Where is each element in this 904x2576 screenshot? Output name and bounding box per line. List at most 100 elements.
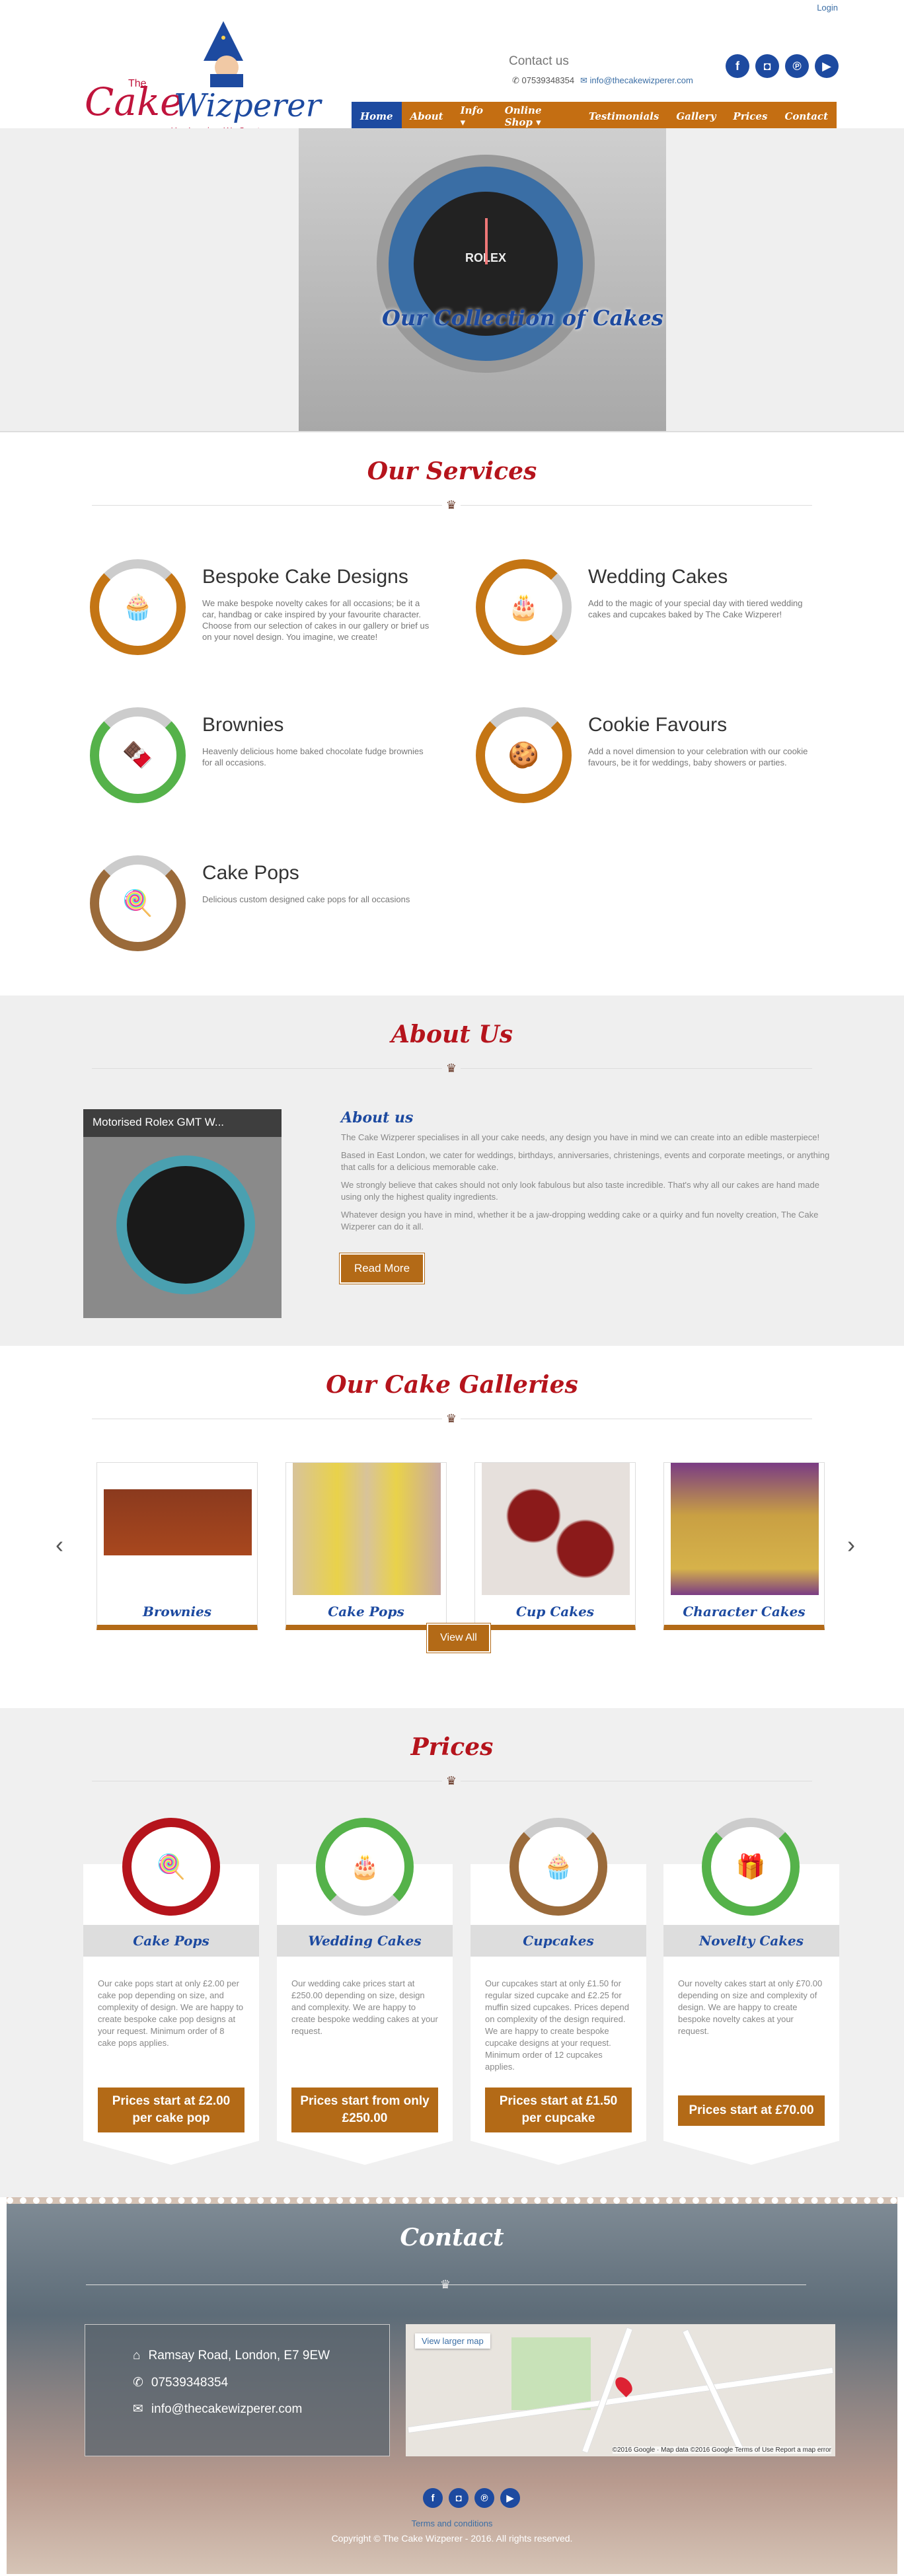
service-wedding[interactable]: 🎂 Wedding Cakes Add to the magic of your… bbox=[476, 559, 846, 665]
gallery-image bbox=[104, 1463, 252, 1595]
facebook-icon[interactable]: f bbox=[423, 2488, 443, 2508]
gallery-image bbox=[482, 1463, 630, 1595]
gallery-brownies[interactable]: Brownies bbox=[96, 1462, 258, 1630]
envelope-icon: ✉ bbox=[580, 75, 590, 85]
watch-cake-image: ROLEX bbox=[377, 155, 595, 373]
pinterest-icon[interactable]: ℗ bbox=[785, 54, 809, 78]
gallery-image bbox=[671, 1463, 819, 1595]
logo[interactable]: The Cake Wizperer You Imagine, We Create bbox=[85, 21, 321, 136]
video-thumbnail bbox=[116, 1155, 255, 1294]
login-link[interactable]: Login bbox=[817, 3, 838, 13]
gallery-label: Cup Cakes bbox=[515, 1604, 595, 1620]
cake-pop-icon: 🍭 bbox=[122, 1818, 220, 1916]
about-paragraph: The Cake Wizperer specialises in all you… bbox=[341, 1132, 820, 1142]
instagram-icon[interactable]: ◘ bbox=[449, 2488, 469, 2508]
video-title[interactable]: Motorised Rolex GMT W... bbox=[83, 1109, 282, 1137]
cake-pop-icon: 🍭 bbox=[90, 855, 186, 951]
nav-about[interactable]: About bbox=[402, 102, 452, 131]
galleries-title: Our Cake Galleries bbox=[326, 1371, 578, 1399]
top-bar: Login bbox=[0, 0, 904, 15]
price-button[interactable]: Prices start at £1.50 per cupcake bbox=[485, 2088, 632, 2132]
terms-link[interactable]: Terms and conditions bbox=[7, 2518, 897, 2528]
wedding-cake-icon: 🎂 bbox=[316, 1818, 414, 1916]
youtube-icon[interactable]: ▶ bbox=[815, 54, 839, 78]
divider: ♛ bbox=[92, 492, 812, 518]
email-text[interactable]: info@thecakewizperer.com bbox=[151, 2402, 302, 2416]
watch-hand bbox=[485, 218, 488, 264]
instagram-icon[interactable]: ◘ bbox=[755, 54, 779, 78]
nav-testimonials[interactable]: Testimonials bbox=[580, 102, 667, 131]
hero-slider[interactable]: ROLEX Our Collection of Cakes bbox=[0, 128, 904, 432]
about-heading: About us bbox=[341, 1109, 414, 1126]
divider: ♛ bbox=[92, 1055, 812, 1081]
contact-heading: Contact us bbox=[509, 54, 569, 68]
contact-address: ⌂ Ramsay Road, London, E7 9EW bbox=[133, 2349, 330, 2363]
cupcake-icon: ♛ bbox=[442, 497, 461, 513]
about-section: About Us ♛ Motorised Rolex GMT W... Abou… bbox=[0, 995, 904, 1346]
nav-home[interactable]: Home bbox=[352, 102, 402, 131]
service-bespoke[interactable]: 🧁 Bespoke Cake Designs We make bespoke n… bbox=[90, 559, 460, 665]
gallery-cake-pops[interactable]: Cake Pops bbox=[285, 1462, 447, 1630]
map-credit: ©2016 Google · Map data ©2016 Google Ter… bbox=[612, 2446, 831, 2454]
nav-gallery[interactable]: Gallery bbox=[667, 102, 724, 131]
price-title: Cake Pops bbox=[83, 1925, 259, 1957]
service-desc: Delicious custom designed cake pops for … bbox=[202, 894, 410, 904]
chevron-right-icon[interactable]: › bbox=[847, 1531, 855, 1559]
service-cookies[interactable]: 🍪 Cookie Favours Add a novel dimension t… bbox=[476, 707, 846, 813]
gallery-character-cakes[interactable]: Character Cakes bbox=[663, 1462, 825, 1630]
gallery-image bbox=[293, 1463, 441, 1595]
divider: ♛ bbox=[86, 2271, 806, 2298]
logo-wizperer: Wizperer bbox=[174, 87, 321, 124]
service-cakepops[interactable]: 🍭 Cake Pops Delicious custom designed ca… bbox=[90, 855, 460, 961]
price-title: Cupcakes bbox=[471, 1925, 646, 1957]
header-social: f ◘ ℗ ▶ bbox=[726, 54, 839, 78]
phone-text: 07539348354 bbox=[151, 2376, 229, 2390]
service-title: Cake Pops bbox=[202, 862, 299, 884]
facebook-icon[interactable]: f bbox=[726, 54, 749, 78]
cupcake-icon: ♛ bbox=[442, 1060, 461, 1076]
map-pin-icon[interactable] bbox=[612, 2374, 636, 2398]
gallery-cup-cakes[interactable]: Cup Cakes bbox=[474, 1462, 636, 1630]
service-brownies[interactable]: 🍫 Brownies Heavenly delicious home baked… bbox=[90, 707, 460, 813]
header-phone-text: 07539348354 bbox=[521, 75, 575, 85]
price-button[interactable]: Prices start at £70.00 bbox=[678, 2095, 825, 2126]
header-email-text[interactable]: info@thecakewizperer.com bbox=[590, 75, 693, 85]
about-title: About Us bbox=[391, 1021, 513, 1048]
service-desc: We make bespoke novelty cakes for all oc… bbox=[202, 598, 430, 642]
main-nav: Home About Info ▾ Online Shop ▾ Testimon… bbox=[352, 102, 837, 131]
view-larger-map-link[interactable]: View larger map bbox=[415, 2333, 490, 2349]
read-more-button[interactable]: Read More bbox=[340, 1253, 424, 1284]
contact-section: Contact ♛ ⌂ Ramsay Road, London, E7 9EW ✆… bbox=[7, 2197, 897, 2574]
contact-email[interactable]: ✉ info@thecakewizperer.com bbox=[133, 2401, 302, 2417]
header-email[interactable]: ✉ info@thecakewizperer.com bbox=[580, 75, 693, 86]
chevron-left-icon[interactable]: ‹ bbox=[56, 1531, 63, 1559]
gallery-label: Cake Pops bbox=[328, 1604, 404, 1620]
gallery-label: Brownies bbox=[142, 1604, 212, 1620]
nav-online-shop[interactable]: Online Shop ▾ bbox=[496, 102, 580, 131]
youtube-icon[interactable]: ▶ bbox=[500, 2488, 520, 2508]
cupcake-icon: ♛ bbox=[442, 1411, 461, 1426]
about-paragraph: We strongly believe that cakes should no… bbox=[341, 1180, 819, 1202]
nav-contact[interactable]: Contact bbox=[776, 102, 837, 131]
envelope-icon: ✉ bbox=[133, 2402, 143, 2416]
home-icon: ⌂ bbox=[133, 2349, 141, 2362]
cupcake-icon: 🧁 bbox=[509, 1818, 607, 1916]
header: The Cake Wizperer You Imagine, We Create… bbox=[0, 15, 904, 136]
pinterest-icon[interactable]: ℗ bbox=[474, 2488, 494, 2508]
service-desc: Heavenly delicious home baked chocolate … bbox=[202, 746, 424, 767]
price-desc: Our cake pops start at only £2.00 per ca… bbox=[98, 1978, 244, 2048]
prices-section: Prices ♛ 🍭 Cake Pops Our cake pops start… bbox=[0, 1708, 904, 2197]
nav-prices[interactable]: Prices bbox=[724, 102, 776, 131]
price-desc: Our cupcakes start at only £1.50 for reg… bbox=[485, 1978, 629, 2072]
nav-info[interactable]: Info ▾ bbox=[452, 102, 496, 131]
price-button[interactable]: Prices start from only £250.00 bbox=[291, 2088, 438, 2132]
logo-cake: Cake bbox=[85, 79, 183, 124]
video-player[interactable]: Motorised Rolex GMT W... bbox=[83, 1109, 282, 1318]
google-map[interactable]: View larger map ©2016 Google · Map data … bbox=[406, 2324, 835, 2456]
phone-icon: ✆ bbox=[512, 75, 522, 85]
view-all-button[interactable]: View All bbox=[427, 1623, 490, 1653]
price-title: Wedding Cakes bbox=[277, 1925, 453, 1957]
service-title: Brownies bbox=[202, 714, 284, 736]
cupcake-icon: 🧁 bbox=[90, 559, 186, 655]
price-button[interactable]: Prices start at £2.00 per cake pop bbox=[98, 2088, 245, 2132]
